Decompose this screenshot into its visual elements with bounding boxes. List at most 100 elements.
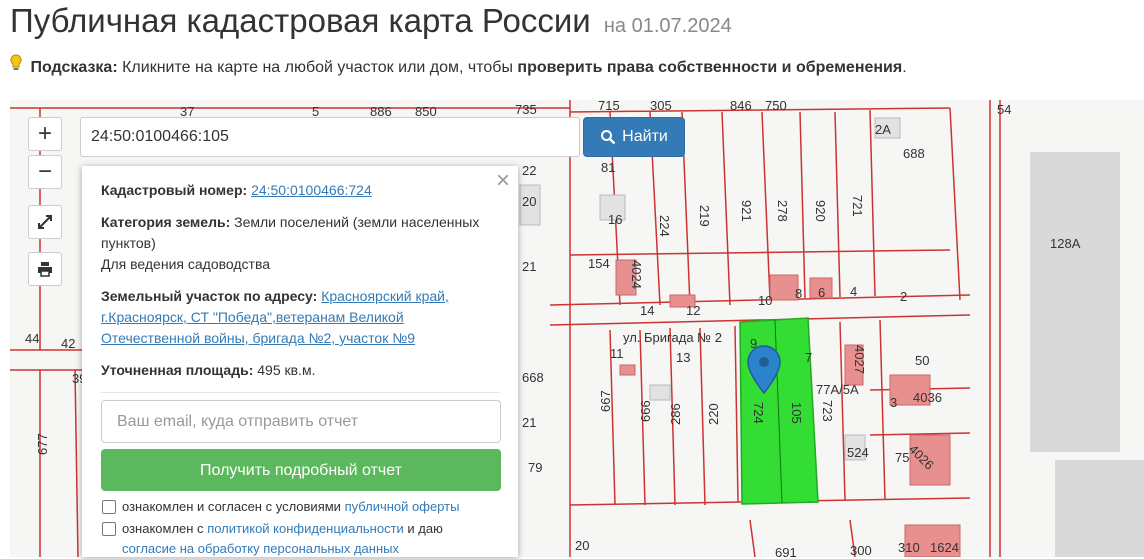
close-icon[interactable]: ×	[496, 169, 510, 193]
svg-text:128А: 128А	[1050, 236, 1081, 251]
svg-text:12: 12	[686, 303, 700, 318]
address-label: Земельный участок по адресу:	[101, 288, 318, 304]
svg-text:691: 691	[775, 545, 797, 557]
area-value: 495 кв.м.	[257, 362, 316, 378]
personal-data-consent-link[interactable]: согласие на обработку персональных данны…	[122, 541, 399, 556]
svg-text:724: 724	[751, 402, 766, 424]
svg-text:ул. Бригада № 2: ул. Бригада № 2	[623, 330, 722, 345]
hint-bold-text: проверить права собственности и обремене…	[517, 59, 903, 76]
area-label: Уточненная площадь:	[101, 362, 254, 378]
svg-text:2: 2	[900, 289, 907, 304]
svg-text:20: 20	[522, 194, 536, 209]
cadastral-number-link[interactable]: 24:50:0100466:724	[251, 182, 372, 198]
svg-text:846: 846	[730, 100, 752, 113]
zoom-out-icon: −	[37, 158, 52, 185]
svg-text:79: 79	[528, 460, 542, 475]
page-title: Публичная кадастровая карта России на 01…	[10, 2, 732, 40]
svg-text:10: 10	[758, 293, 772, 308]
find-button[interactable]: Найти	[583, 117, 685, 157]
svg-text:677: 677	[35, 433, 50, 455]
expand-icon	[38, 215, 52, 229]
svg-text:7: 7	[805, 350, 812, 365]
hint-end: .	[902, 59, 907, 76]
svg-text:2А: 2А	[875, 122, 891, 137]
svg-text:105: 105	[789, 402, 804, 424]
svg-text:22: 22	[522, 163, 536, 178]
consent-privacy-text: ознакомлен с	[122, 521, 204, 536]
svg-text:3: 3	[890, 395, 897, 410]
svg-text:524: 524	[847, 445, 869, 460]
cadastral-search-input[interactable]: 24:50:0100466:105	[80, 117, 580, 157]
zoom-in-button[interactable]: +	[28, 117, 62, 151]
zoom-in-icon: +	[37, 120, 52, 147]
svg-text:286: 286	[668, 403, 683, 425]
svg-text:77А/5А: 77А/5А	[816, 382, 859, 397]
svg-text:920: 920	[813, 200, 828, 222]
svg-text:4024: 4024	[629, 260, 644, 289]
svg-text:81: 81	[601, 160, 615, 175]
hint-text: Кликните на карте на любой участок или д…	[122, 59, 513, 76]
svg-text:4027: 4027	[852, 345, 867, 374]
svg-text:305: 305	[650, 100, 672, 113]
divider	[101, 392, 500, 393]
svg-text:668: 668	[522, 370, 544, 385]
svg-text:4: 4	[850, 284, 857, 299]
zoom-out-button[interactable]: −	[28, 155, 62, 189]
svg-text:300: 300	[850, 543, 872, 557]
consent-privacy-checkbox[interactable]	[102, 522, 116, 536]
svg-text:6: 6	[818, 285, 825, 300]
land-category-row: Категория земель: Земли поселений (земли…	[101, 212, 500, 275]
svg-text:721: 721	[850, 195, 865, 217]
svg-text:21: 21	[522, 259, 536, 274]
svg-text:14: 14	[640, 303, 654, 318]
lightbulb-icon	[10, 54, 26, 76]
email-field[interactable]: Ваш email, куда отправить отчет	[101, 400, 501, 443]
svg-text:54: 54	[997, 102, 1011, 117]
consent-privacy-row: ознакомлен с политикой конфиденциальност…	[101, 519, 500, 559]
hint-label: Подсказка:	[30, 59, 118, 76]
svg-text:220: 220	[706, 403, 721, 425]
svg-text:723: 723	[820, 400, 835, 422]
svg-text:667: 667	[598, 390, 613, 412]
public-offer-link[interactable]: публичной оферты	[345, 499, 460, 514]
svg-text:735: 735	[515, 102, 537, 117]
consent-offer-row: ознакомлен и согласен с условиями публич…	[101, 497, 500, 517]
get-report-button[interactable]: Получить подробный отчет	[101, 449, 501, 491]
svg-text:20: 20	[575, 538, 589, 553]
svg-text:11: 11	[610, 346, 624, 361]
land-category-label: Категория земель:	[101, 214, 231, 230]
svg-text:219: 219	[697, 205, 712, 227]
privacy-policy-link[interactable]: политикой конфиденциальности	[207, 521, 404, 536]
svg-text:50: 50	[915, 353, 929, 368]
svg-text:16: 16	[608, 212, 622, 227]
cadastral-number-row: Кадастровый номер: 24:50:0100466:724	[101, 180, 500, 201]
area-row: Уточненная площадь: 495 кв.м.	[101, 360, 500, 381]
svg-text:13: 13	[676, 350, 690, 365]
svg-text:8: 8	[795, 286, 802, 301]
svg-text:1624: 1624	[930, 540, 959, 555]
page-title-text: Публичная кадастровая карта России	[10, 2, 591, 39]
hint-line: Подсказка: Кликните на карте на любой уч…	[10, 54, 907, 77]
consent-privacy-mid: и даю	[407, 521, 443, 536]
svg-text:154: 154	[588, 256, 610, 271]
print-icon	[38, 262, 52, 277]
svg-text:666: 666	[638, 400, 653, 422]
svg-text:921: 921	[739, 200, 754, 222]
consent-offer-text: ознакомлен и согласен с условиями	[122, 499, 341, 514]
svg-text:4036: 4036	[913, 390, 942, 405]
svg-text:224: 224	[657, 215, 672, 237]
find-button-label: Найти	[622, 128, 668, 145]
cadastral-number-label: Кадастровый номер:	[101, 182, 248, 198]
print-button[interactable]	[28, 252, 62, 286]
svg-text:42: 42	[61, 336, 75, 351]
svg-text:715: 715	[598, 100, 620, 113]
svg-text:21: 21	[522, 415, 536, 430]
svg-text:44: 44	[25, 331, 39, 346]
address-row: Земельный участок по адресу: Красноярски…	[101, 286, 500, 349]
parcel-info-popup: × Кадастровый номер: 24:50:0100466:724 К…	[82, 166, 518, 557]
fullscreen-button[interactable]	[28, 205, 62, 239]
svg-text:310: 310	[898, 540, 920, 555]
consent-offer-checkbox[interactable]	[102, 500, 116, 514]
svg-text:278: 278	[775, 200, 790, 222]
svg-text:750: 750	[765, 100, 787, 113]
